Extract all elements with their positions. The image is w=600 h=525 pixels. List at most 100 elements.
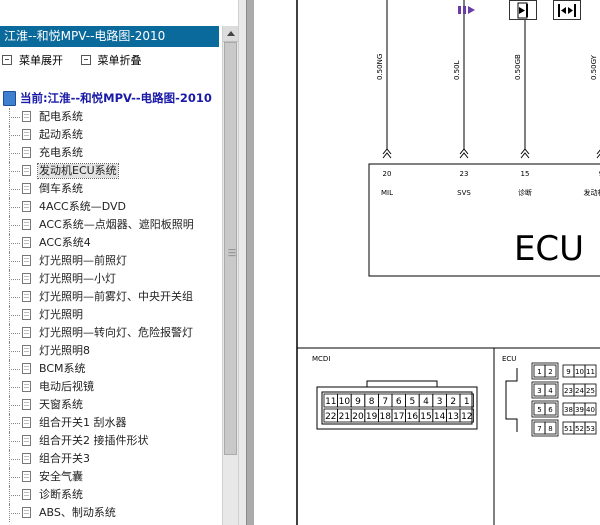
connector-pin-number: 1 [537, 368, 541, 376]
tree-item-label: 天窗系统 [39, 398, 83, 411]
mcdi-label: MCDI [312, 355, 330, 363]
toolbar [449, 0, 600, 20]
tree-item[interactable]: ACC系统4 [9, 234, 222, 252]
tree-root[interactable]: 当前:江淮--和悦MPV--电路图-2010 [3, 90, 212, 106]
signal-name: SVS [457, 189, 471, 197]
connector-pin-number: 5 [410, 397, 416, 407]
tree-item[interactable]: BCM系统 [9, 360, 222, 378]
tree-item[interactable]: 电动后视镜 [9, 378, 222, 396]
prev-page-icon [517, 2, 528, 19]
tree-item[interactable]: ACC系统—点烟器、遮阳板照明 [9, 216, 222, 234]
mcdi-connector: 11 10 9 8 7 6 5 4 3 2 122 21 20 19 18 17 16 15 14 13 12 [316, 380, 478, 430]
connector-pin-number: 8 [548, 425, 552, 433]
wire-color-label: 0.50NG [376, 54, 384, 80]
tree-root-label: 当前:江淮--和悦MPV--电路图-2010 [20, 91, 212, 105]
connector-pin-number: 10 [575, 368, 584, 376]
tree-item[interactable]: 发动机ECU系统 [9, 162, 222, 180]
menu-bar: 菜单展开 菜单折叠 [2, 52, 156, 68]
next-page-icon [558, 4, 576, 17]
tree-item[interactable]: 天窗系统 [9, 396, 222, 414]
tree-item-label: 电动后视镜 [39, 380, 94, 393]
tree-item-label: 灯光照明 [39, 308, 83, 321]
tree-item-label: 灯光照明—前雾灯、中央开关组 [39, 290, 193, 303]
wire-color-label: 0.50GB [514, 54, 522, 80]
tree-item[interactable]: 灯光照明—前雾灯、中央开关组 [9, 288, 222, 306]
page-icon [22, 237, 31, 248]
ecu-label: ECU [514, 229, 584, 269]
splitter[interactable] [238, 0, 247, 525]
tree-item[interactable]: 灯光照明—小灯 [9, 270, 222, 288]
connector-pin-number: 19 [366, 412, 378, 422]
pin-number: 20 [383, 170, 392, 178]
connector-pin-number: 21 [339, 412, 350, 422]
tree-item-label: 灯光照明—前照灯 [39, 254, 127, 267]
page-icon [22, 327, 31, 338]
connector-pin-number: 40 [586, 406, 595, 414]
scrollbar-thumb[interactable]: — — — [224, 42, 237, 455]
expand-icon [2, 55, 12, 65]
wire: 0.50GY9发动机转速 [584, 54, 600, 197]
connector-pin-number: 52 [575, 425, 584, 433]
tree-item[interactable]: 安全气囊 [9, 468, 222, 486]
menu-collapse-button[interactable]: 菜单折叠 [80, 52, 142, 68]
tree-item-label: 灯光照明—小灯 [39, 272, 116, 285]
tree-item-label: 倒车系统 [39, 182, 83, 195]
tree-item[interactable]: 配电系统 [9, 108, 222, 126]
tree-item[interactable]: 灯光照明 [9, 306, 222, 324]
connector-pin-number: 22 [325, 412, 336, 422]
tree-item-label: 诊断系统 [39, 488, 83, 501]
page-icon [22, 219, 31, 230]
tree-item-label: ACC系统—点烟器、遮阳板照明 [39, 218, 194, 231]
tree-item[interactable]: ABS、制动系统 [9, 504, 222, 522]
previous-page-button[interactable] [509, 0, 537, 20]
tree-item[interactable]: 组合开关1 刮水器 [9, 414, 222, 432]
tree-item[interactable]: 4ACC系统—DVD [9, 198, 222, 216]
tree-item[interactable]: 诊断系统 [9, 486, 222, 504]
diagram-viewer[interactable]: 0.50NG20MIL0.50L23SVS0.50GB15诊断0.50GY9发动… [247, 0, 600, 525]
connector-pin-number: 4 [423, 397, 429, 407]
ecu-connector-label: ECU [502, 355, 516, 363]
sidebar-scrollbar[interactable]: — — — [222, 26, 239, 525]
page-icon [22, 111, 31, 122]
connector-pin-number: 10 [339, 397, 351, 407]
wire-color-label: 0.50L [453, 60, 461, 80]
tree-item[interactable]: 灯光照明8 [9, 342, 222, 360]
page-icon [22, 183, 31, 194]
tree-item-label: 安全气囊 [39, 470, 83, 483]
page-icon [22, 129, 31, 140]
connector-pin-number: 11 [325, 397, 336, 407]
sidebar-title: 江淮--和悦MPV--电路图-2010 [0, 26, 219, 47]
page-icon [22, 381, 31, 392]
tree-item[interactable]: 组合开关2 接插件形状 [9, 432, 222, 450]
tree-item-label: 起动系统 [39, 128, 83, 141]
page-icon [22, 417, 31, 428]
tree-item-label: ACC系统4 [39, 236, 91, 249]
connector-pin-number: 6 [548, 406, 553, 414]
connector-pin-number: 4 [548, 387, 553, 395]
page-icon [22, 471, 31, 482]
tree-list: 配电系统起动系统充电系统 发动机ECU系统倒车系统 4ACC系统—DVD ACC系统—… [9, 108, 222, 522]
connector-pin-number: 16 [407, 412, 419, 422]
tree-item[interactable]: 起动系统 [9, 126, 222, 144]
connector-pin-number: 23 [564, 387, 573, 395]
connector-pin-number: 24 [575, 387, 584, 395]
signal-name: MIL [381, 189, 393, 197]
connector-pin-number: 25 [586, 387, 595, 395]
page-icon [22, 363, 31, 374]
page-icon [22, 453, 31, 464]
tree-item[interactable]: 倒车系统 [9, 180, 222, 198]
menu-expand-button[interactable]: 菜单展开 [2, 52, 63, 68]
page-icon [22, 507, 31, 518]
ecu-connector: 1 2 9 10 11 3 4 23 24 25 5 6 38 39 40 7 8 51 52 53 [505, 362, 597, 437]
page-icon [22, 345, 31, 356]
book-icon [3, 90, 16, 106]
tree-item[interactable]: 灯光照明—前照灯 [9, 252, 222, 270]
scroll-up-arrow-icon[interactable] [223, 26, 239, 42]
next-page-button[interactable] [553, 0, 581, 20]
tree-item[interactable]: 充电系统 [9, 144, 222, 162]
connector-pin-number: 20 [352, 412, 364, 422]
tree-item-label: 灯光照明8 [39, 344, 90, 357]
wiring-diagram: 0.50NG20MIL0.50L23SVS0.50GB15诊断0.50GY9发动… [296, 0, 600, 525]
tree-item[interactable]: 灯光照明—转向灯、危险报警灯 [9, 324, 222, 342]
tree-item[interactable]: 组合开关3 [9, 450, 222, 468]
